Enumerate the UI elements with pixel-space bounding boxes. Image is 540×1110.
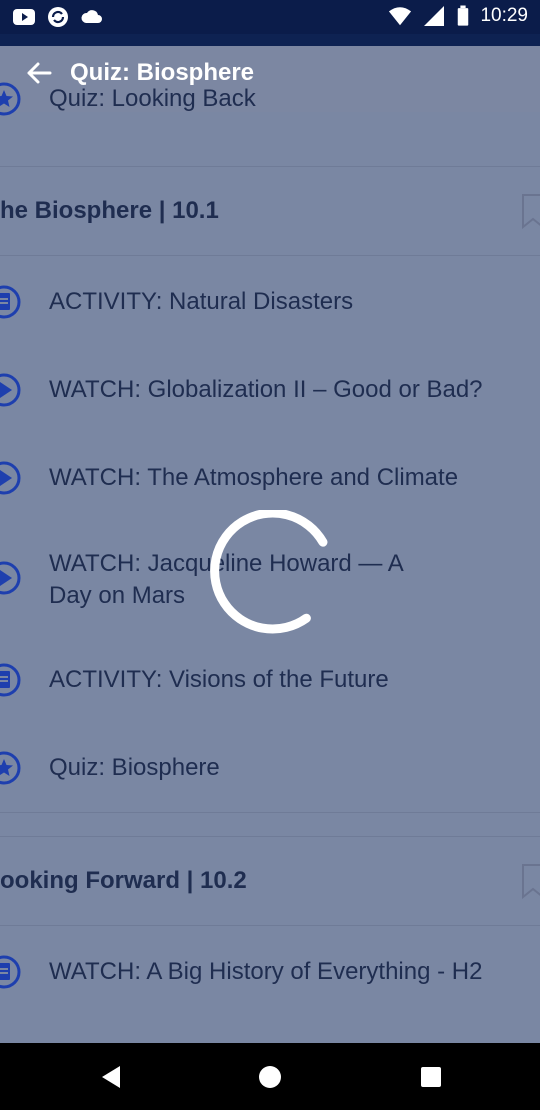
document-icon (0, 955, 21, 989)
youtube-icon (13, 9, 35, 25)
list-item[interactable]: WATCH: The Atmosphere and Climate (0, 460, 540, 496)
list-item-label: WATCH: Globalization II – Good or Bad? (49, 376, 483, 403)
document-icon (0, 285, 21, 319)
list-item-label: ACTIVITY: Natural Disasters (49, 288, 354, 315)
list-item[interactable]: ACTIVITY: Visions of the Future (0, 662, 540, 698)
list-item[interactable]: ACTIVITY: Natural Disasters (0, 284, 540, 320)
loading-spinner (210, 510, 328, 634)
nav-recents-icon[interactable] (417, 1063, 445, 1091)
bookmark-icon[interactable] (521, 863, 540, 899)
status-bar: 10:29 (0, 0, 540, 34)
list-item-label: WATCH: The Atmosphere and Climate (49, 464, 459, 491)
bookmark-icon[interactable] (521, 193, 540, 229)
battery-icon (458, 5, 469, 26)
list-item-label: Quiz: Looking Back (49, 85, 256, 112)
list-item-label: WATCH: A Big History of Everything - H2 (49, 958, 483, 985)
document-icon (0, 663, 21, 697)
nav-back-icon[interactable] (98, 1063, 126, 1091)
star-icon (0, 82, 21, 116)
app-bar-accent (0, 34, 540, 46)
nav-home-icon[interactable] (256, 1063, 284, 1091)
play-icon (0, 561, 21, 595)
sync-icon (48, 7, 68, 27)
section-header[interactable]: he Biosphere | 10.1 (0, 166, 540, 256)
list-item[interactable]: WATCH: A Big History of Everything - H2 (0, 954, 540, 990)
section-title: he Biosphere | 10.1 (0, 197, 219, 224)
list-item[interactable]: Quiz: Looking Back (0, 81, 540, 117)
cloud-icon (81, 10, 102, 23)
list-item-label: ACTIVITY: Visions of the Future (49, 666, 389, 693)
wifi-icon (389, 7, 412, 26)
divider (0, 812, 540, 813)
play-icon (0, 373, 21, 407)
signal-icon (424, 6, 445, 26)
list-item[interactable]: Quiz: Biosphere (0, 750, 540, 786)
play-icon (0, 461, 21, 495)
list-item-label: Quiz: Biosphere (49, 754, 220, 781)
system-nav-bar (0, 1043, 540, 1110)
list-item[interactable]: WATCH: Globalization II – Good or Bad? (0, 372, 540, 408)
star-icon (0, 751, 21, 785)
section-title: ooking Forward | 10.2 (0, 867, 247, 894)
section-header[interactable]: ooking Forward | 10.2 (0, 836, 540, 926)
status-time: 10:29 (480, 5, 528, 26)
list-item-label-line2: Day on Mars (49, 582, 186, 609)
